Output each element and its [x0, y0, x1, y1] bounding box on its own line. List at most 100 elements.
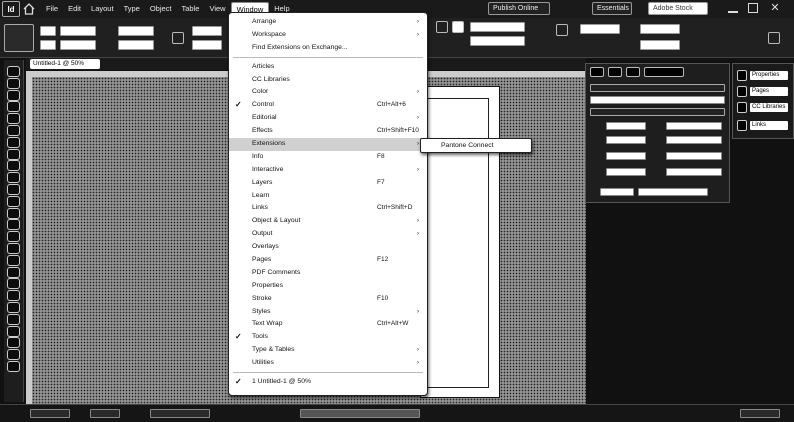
panel-tab-2[interactable]	[608, 67, 622, 77]
menu-item-properties[interactable]: Properties	[229, 280, 427, 293]
document-tab[interactable]: Untitled-1 @ 50%	[30, 59, 100, 69]
zoom-field[interactable]	[30, 409, 70, 418]
swap-colors-icon[interactable]	[7, 313, 20, 325]
corner-field[interactable]	[640, 24, 680, 34]
horizontal-scrollbar[interactable]	[300, 409, 420, 418]
gradient-feather-icon[interactable]	[7, 231, 20, 243]
page-number-field[interactable]	[90, 409, 120, 418]
menu-item-color[interactable]: Color ›	[229, 86, 427, 99]
panel-field[interactable]	[606, 136, 646, 144]
menu-item-text-wrap[interactable]: Text Wrap Ctrl+Alt+W	[229, 318, 427, 331]
height-field[interactable]	[60, 40, 96, 50]
panel-tab-1[interactable]	[590, 67, 604, 77]
menu-item-pdf-comments[interactable]: PDF Comments	[229, 267, 427, 280]
panel-field[interactable]	[606, 152, 646, 160]
fill-stroke-icon[interactable]	[7, 302, 20, 313]
view-mode[interactable]	[740, 409, 780, 418]
menu-item-extensions[interactable]: Extensions ›	[229, 138, 427, 151]
rectangle-frame-tool-icon[interactable]	[7, 172, 20, 184]
menu-object[interactable]: Object	[145, 2, 177, 16]
menu-item-control[interactable]: ✓ Control Ctrl+Alt+6	[229, 99, 427, 112]
pen-tool-icon[interactable]	[7, 148, 20, 160]
side-item-cc-libraries[interactable]: CC Libraries	[737, 102, 791, 114]
type-tool-icon[interactable]	[7, 125, 20, 136]
side-item-pages[interactable]: Pages	[737, 86, 791, 98]
menu-item-output[interactable]: Output ›	[229, 228, 427, 241]
menu-table[interactable]: Table	[177, 2, 205, 16]
essentials-switcher[interactable]: Essentials	[592, 2, 632, 15]
menu-item-learn[interactable]: Learn	[229, 190, 427, 203]
default-colors-icon[interactable]	[7, 290, 20, 302]
line-tool-icon[interactable]	[7, 136, 20, 148]
close-icon[interactable]: ✕	[768, 1, 782, 15]
side-item-properties[interactable]: Properties	[737, 70, 791, 82]
stroke-weight-field[interactable]	[470, 22, 525, 32]
menu-type[interactable]: Type	[119, 2, 145, 16]
vertical-ruler[interactable]	[26, 71, 32, 404]
apply-none-icon[interactable]	[7, 349, 20, 361]
menu-item-pages[interactable]: Pages F12	[229, 254, 427, 267]
x-field[interactable]	[40, 26, 56, 36]
note-tool-icon[interactable]	[7, 243, 20, 254]
rectangle-tool-icon[interactable]	[7, 184, 20, 195]
panel-menu-icon[interactable]	[768, 32, 780, 44]
menu-item-articles[interactable]: Articles	[229, 61, 427, 74]
workspace-switcher[interactable]: Publish Online	[488, 2, 550, 15]
stroke-type-select[interactable]	[470, 36, 525, 46]
scale-y-field[interactable]	[118, 40, 154, 50]
gap-tool-icon[interactable]	[7, 101, 20, 113]
menu-item-info[interactable]: Info F8	[229, 151, 427, 164]
menu-item-editorial[interactable]: Editorial ›	[229, 112, 427, 125]
apply-color-icon[interactable]	[7, 325, 20, 337]
menu-item-1-untitled-1-50[interactable]: ✓ 1 Untitled-1 @ 50%	[229, 376, 427, 389]
menu-item-arrange[interactable]: Arrange ›	[229, 16, 427, 29]
y-field[interactable]	[40, 40, 56, 50]
panel-button[interactable]	[600, 188, 634, 196]
stroke-icon[interactable]	[452, 21, 464, 33]
panel-field[interactable]	[666, 122, 722, 130]
content-collector-icon[interactable]	[7, 113, 20, 125]
reference-point-icon[interactable]	[4, 24, 34, 52]
panel-field[interactable]	[666, 168, 722, 176]
preflight-status[interactable]	[150, 409, 210, 418]
selection-tool-icon[interactable]	[7, 66, 20, 77]
menu-item-tools[interactable]: ✓ Tools	[229, 331, 427, 344]
panel-tab-4[interactable]	[644, 67, 684, 77]
panel-field[interactable]	[606, 122, 646, 130]
menu-item-object-and-layout[interactable]: Object & Layout ›	[229, 215, 427, 228]
opacity-field[interactable]	[580, 24, 620, 34]
normal-mode-icon[interactable]	[7, 361, 20, 372]
menu-item-cc-libraries[interactable]: CC Libraries	[229, 74, 427, 87]
apply-gradient-icon[interactable]	[7, 337, 20, 349]
menu-item-layers[interactable]: Layers F7	[229, 177, 427, 190]
menu-item-effects[interactable]: Effects Ctrl+Shift+F10	[229, 125, 427, 138]
menu-item-styles[interactable]: Styles ›	[229, 306, 427, 319]
gradient-tool-icon[interactable]	[7, 219, 20, 231]
effects-icon[interactable]	[556, 24, 568, 36]
direct-selection-tool-icon[interactable]	[7, 77, 20, 89]
menu-item-pantone-connect[interactable]: Pantone Connect	[421, 139, 531, 152]
rotation-field[interactable]	[192, 26, 222, 36]
panel-field[interactable]	[606, 168, 646, 176]
hand-tool-icon[interactable]	[7, 266, 20, 278]
eyedropper-tool-icon[interactable]	[7, 254, 20, 266]
panel-row[interactable]	[590, 84, 725, 92]
menu-view[interactable]: View	[204, 2, 230, 16]
menu-file[interactable]: File	[41, 2, 63, 16]
panel-tab-3[interactable]	[626, 67, 640, 77]
panel-button[interactable]	[638, 188, 708, 196]
home-icon[interactable]	[23, 3, 35, 15]
free-transform-tool-icon[interactable]	[7, 207, 20, 219]
width-field[interactable]	[60, 26, 96, 36]
page-tool-icon[interactable]	[7, 89, 20, 101]
menu-item-interactive[interactable]: Interactive ›	[229, 164, 427, 177]
panel-row[interactable]	[590, 96, 725, 104]
menu-item-stroke[interactable]: Stroke F10	[229, 293, 427, 306]
zoom-tool-icon[interactable]	[7, 278, 20, 290]
side-item-links[interactable]: Links	[737, 120, 791, 132]
constrain-proportions-icon[interactable]	[172, 32, 184, 44]
pencil-tool-icon[interactable]	[7, 160, 20, 172]
menu-item-find-extensions-on-exchange[interactable]: Find Extensions on Exchange...	[229, 42, 427, 55]
menu-item-type-and-tables[interactable]: Type & Tables ›	[229, 344, 427, 357]
minimize-icon[interactable]	[728, 4, 738, 13]
